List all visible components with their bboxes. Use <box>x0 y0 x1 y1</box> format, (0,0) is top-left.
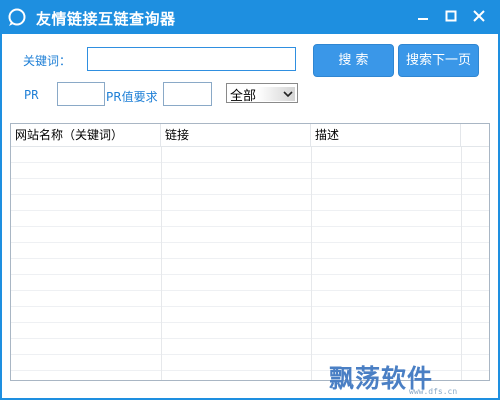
chevron-down-icon <box>283 91 293 98</box>
pr-label: PR <box>24 88 39 102</box>
column-header-link[interactable]: 链接 <box>161 124 311 146</box>
main-panel: 关键词： 搜 索 搜索下一页 PR PR值要求 全部 网站名称（关键词） 链接 … <box>2 34 498 398</box>
minimize-button[interactable] <box>412 6 434 26</box>
column-divider <box>461 147 462 380</box>
column-header-site-name[interactable]: 网站名称（关键词） <box>11 124 161 146</box>
keyword-label: 关键词： <box>23 54 72 68</box>
maximize-button[interactable] <box>440 6 462 26</box>
table-body <box>11 147 489 380</box>
table-header: 网站名称（关键词） 链接 描述 <box>11 124 489 147</box>
title-bar[interactable]: 友情链接互链查询器 <box>0 0 500 34</box>
pr-required-label: PR值要求 <box>106 90 158 104</box>
app-window: 友情链接互链查询器 关键词： 搜 索 搜索下一页 PR PR值要求 全部 网站名… <box>0 0 500 400</box>
scope-select[interactable]: 全部 <box>226 83 298 104</box>
keyword-input[interactable] <box>87 47 296 71</box>
app-icon <box>8 8 26 26</box>
close-icon <box>473 10 485 22</box>
pr-input[interactable] <box>57 82 105 106</box>
column-header-description[interactable]: 描述 <box>311 124 461 146</box>
watermark-url: www.dfs.cn <box>409 387 458 396</box>
scope-select-value: 全部 <box>230 89 257 104</box>
close-button[interactable] <box>468 6 490 26</box>
column-divider <box>161 147 162 380</box>
column-divider <box>311 147 312 380</box>
column-header-filler <box>461 124 489 146</box>
next-page-button[interactable]: 搜索下一页 <box>398 44 479 77</box>
pr-required-input[interactable] <box>163 82 212 106</box>
minimize-icon <box>418 18 428 20</box>
search-button[interactable]: 搜 索 <box>313 44 394 77</box>
window-title: 友情链接互链查询器 <box>36 10 176 28</box>
results-table[interactable]: 网站名称（关键词） 链接 描述 <box>10 123 490 381</box>
maximize-icon <box>445 10 457 22</box>
